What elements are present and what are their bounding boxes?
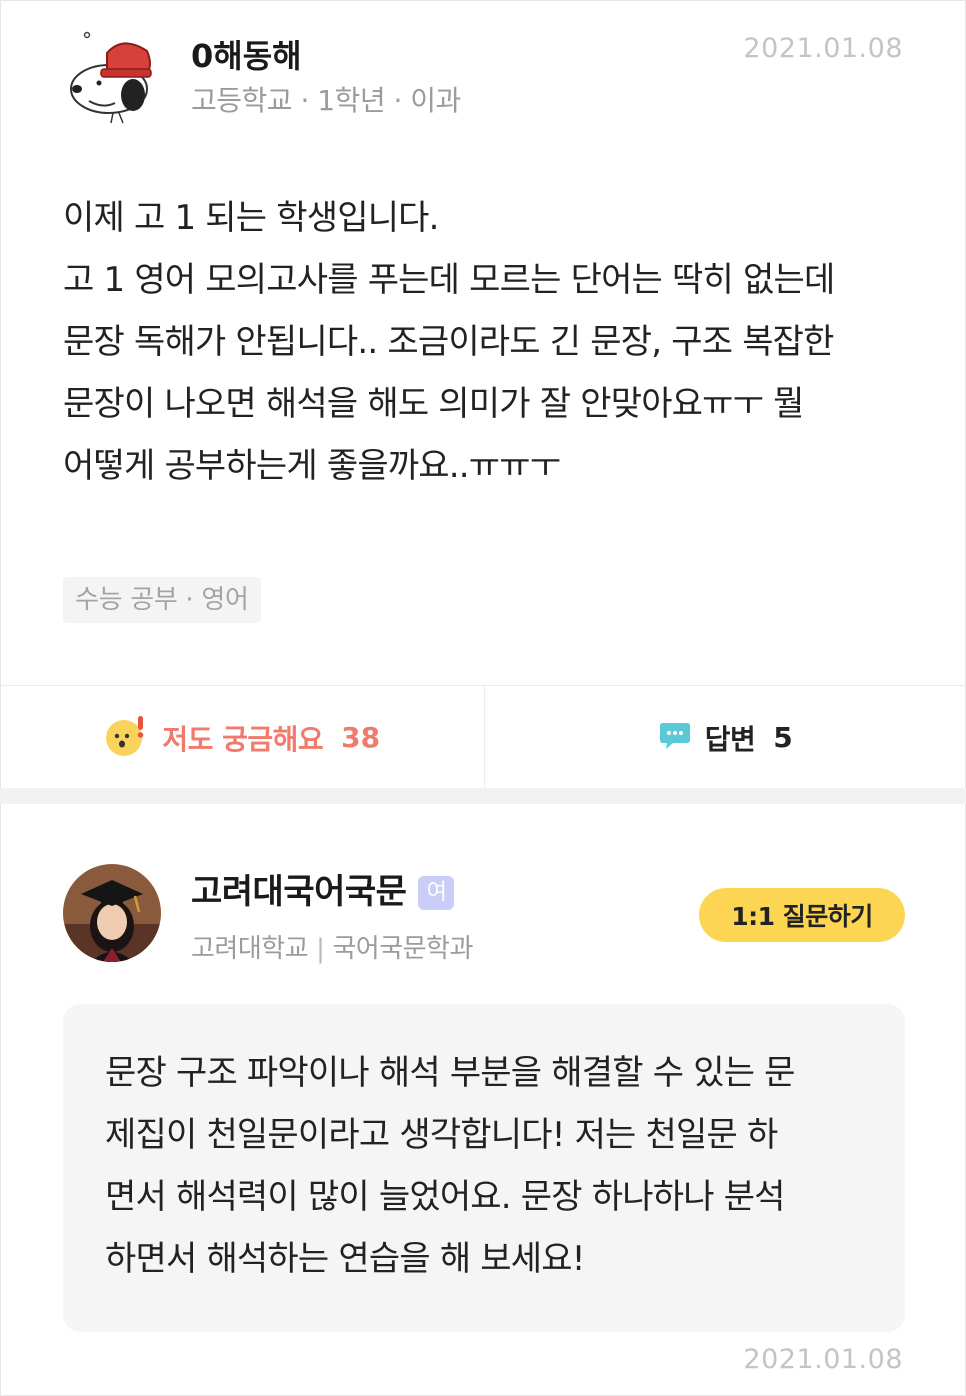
answers-label: 답변	[704, 722, 756, 756]
answers-button[interactable]: 답변 5	[483, 686, 966, 789]
question-line: 문장이 나오면 해석을 해도 의미가 잘 안맞아요ㅠㅜ 뭘	[63, 384, 804, 424]
question-line: 어떻게 공부하는게 좋을까요..ㅠㅠㅜ	[63, 446, 561, 486]
answer-card: 고려대국어국문 여 고려대학교 | 국어국문학과 1:1 질문하기 문장 구조 파악이…	[0, 804, 966, 1396]
question-author-meta: 고등학교 · 1학년 · 이과	[191, 84, 461, 117]
gender-badge: 여	[418, 876, 455, 910]
question-line: 문장 독해가 안됩니다.. 조금이라도 긴 문장, 구조 복잡한	[63, 322, 834, 362]
ask-one-on-one-button[interactable]: 1:1 질문하기	[699, 888, 905, 942]
question-date: 2021.01.08	[743, 33, 903, 64]
answer-line: 면서 해석력이 많이 늘었어요. 문장 하나하나 분석	[105, 1177, 785, 1217]
question-card: 0해동해 고등학교 · 1학년 · 이과 2021.01.08 이제 고 1 되…	[0, 0, 966, 789]
answer-author-nickname: 고려대국어국문	[191, 872, 407, 912]
surprised-face-icon	[104, 714, 148, 762]
answer-author-school: 고려대학교	[191, 934, 309, 964]
answer-author-meta: 고려대학교 | 국어국문학과	[191, 928, 473, 965]
meta-separator: |	[316, 934, 325, 964]
answer-author-major: 국어국문학과	[332, 934, 473, 964]
question-body: 이제 고 1 되는 학생입니다. 고 1 영어 모의고사를 푸는데 모르는 단어…	[63, 187, 913, 497]
answer-author-name[interactable]: 고려대국어국문 여	[191, 864, 455, 913]
curious-button[interactable]: 저도 궁금해요 38	[1, 686, 484, 789]
speech-bubble-icon	[659, 721, 691, 755]
action-bar: 저도 궁금해요 38 답변 5	[1, 685, 966, 789]
snoopy-avatar[interactable]	[63, 29, 159, 125]
section-divider	[0, 788, 966, 804]
question-line: 고 1 영어 모의고사를 푸는데 모르는 단어는 딱히 없는데	[63, 260, 835, 300]
question-author-name[interactable]: 0해동해	[191, 31, 302, 77]
answer-date: 2021.01.08	[743, 1344, 903, 1375]
question-line: 이제 고 1 되는 학생입니다.	[63, 198, 439, 238]
answer-body: 문장 구조 파악이나 해석 부분을 해결할 수 있는 문 제집이 천일문이라고 …	[63, 1004, 905, 1332]
category-tag[interactable]: 수능 공부 · 영어	[63, 577, 261, 623]
curious-label: 저도 궁금해요	[162, 722, 324, 756]
answer-line: 문장 구조 파악이나 해석 부분을 해결할 수 있는 문	[105, 1053, 795, 1093]
graduation-photo-avatar[interactable]	[63, 864, 161, 962]
answers-count: 5	[773, 721, 793, 754]
curious-count: 38	[341, 721, 381, 754]
answer-line: 하면서 해석하는 연습을 해 보세요!	[105, 1239, 585, 1279]
answer-line: 제집이 천일문이라고 생각합니다! 저는 천일문 하	[105, 1115, 778, 1155]
